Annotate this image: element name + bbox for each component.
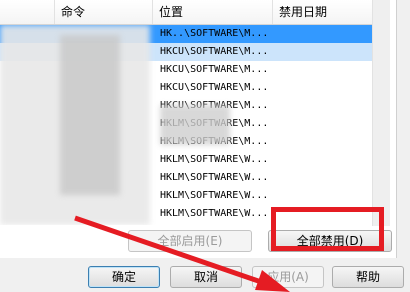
red-arrow-annotation	[74, 215, 290, 292]
msconfig-startup-dialog: 命令 位置 禁用日期 HK..\SOFTWARE\M... HKCU\SOFTWA…	[0, 0, 410, 292]
